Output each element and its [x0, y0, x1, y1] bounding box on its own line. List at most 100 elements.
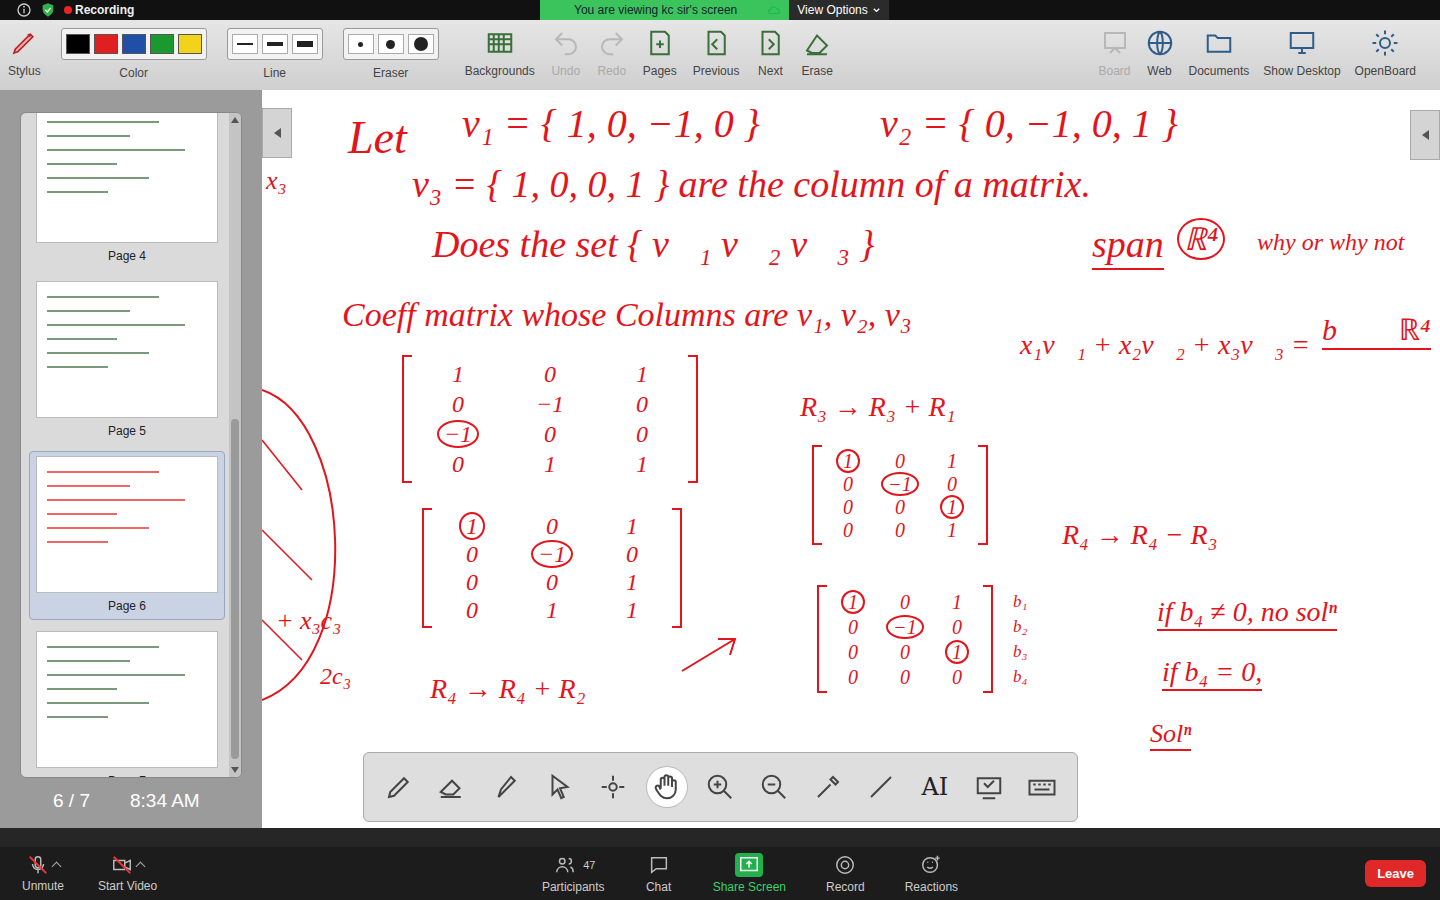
toolbar-button[interactable]: Redo — [597, 28, 627, 78]
recording-dot — [64, 6, 72, 14]
handwritten-text: Does the set { v⃗₁ v⃗₂ v⃗₃ } — [432, 222, 875, 268]
eraser-size-button[interactable] — [378, 34, 404, 54]
toolbar-button[interactable]: Pages — [643, 28, 677, 78]
augmented-entry: b₁ — [1013, 589, 1027, 614]
whiteboard[interactable]: x₃Letv₁ = { 1, 0, −1, 0 }v₂ = { 0, −1, 0… — [262, 90, 1440, 828]
matrix: 1010−10−100011 — [402, 355, 698, 483]
matrix-entry: 0 — [952, 667, 962, 687]
line-width-button[interactable] — [232, 34, 258, 54]
eraser-size-button[interactable] — [348, 34, 374, 54]
palette-tool[interactable] — [754, 767, 794, 807]
participants-icon — [554, 854, 576, 876]
view-options-button[interactable]: View Options — [789, 0, 888, 20]
palette-tool[interactable] — [432, 767, 472, 807]
toolbar-button[interactable]: Next — [755, 28, 785, 78]
page-thumbnail[interactable]: Page 4 — [29, 113, 225, 270]
handwritten-text: if b₄ ≠ 0, no solⁿ — [1157, 595, 1337, 631]
handwritten-text: b⃗ ∈ ℝ⁴ — [1322, 312, 1431, 350]
matrix-entry: 1 — [945, 640, 969, 664]
handwritten-text: x₁v⃗₁ + x₂v⃗₂ + x₃v⃗₃ = — [1020, 328, 1310, 362]
toolbar-button[interactable]: OpenBoard — [1355, 28, 1416, 78]
desktop-icon — [1287, 28, 1317, 58]
toolbar-button[interactable]: Erase — [801, 28, 832, 78]
reactions-icon — [920, 854, 942, 876]
clock: 8:34 AM — [130, 790, 200, 812]
handwritten-text: why or why not — [1257, 228, 1404, 257]
palette-tool[interactable] — [1022, 767, 1062, 807]
collapse-left-tab[interactable] — [262, 108, 292, 158]
page-thumbnail[interactable]: Page 5 — [29, 276, 225, 445]
control-button[interactable]: Record — [826, 853, 865, 894]
toolbar-button[interactable]: Web — [1145, 28, 1175, 78]
matrix: 1010−10001000b₁b₂b₃b₄ — [817, 585, 1033, 693]
matrix-entry: 1 — [940, 495, 964, 519]
control-button[interactable]: Share Screen — [713, 853, 786, 894]
matrix: 1010−10001011 — [422, 508, 682, 628]
stylus-icon — [9, 28, 39, 58]
color-swatch[interactable] — [122, 34, 146, 54]
palette-tool[interactable] — [647, 767, 687, 807]
eraser-size-button[interactable] — [408, 34, 434, 54]
matrix-entry: 0 — [848, 642, 858, 662]
palette-tool[interactable] — [593, 767, 633, 807]
toolbar-button[interactable]: Board — [1099, 28, 1131, 78]
screen: RecordingYou are viewing kc sir's screen… — [0, 0, 1440, 900]
toolbar-button[interactable]: Show Desktop — [1263, 28, 1340, 78]
web-icon — [1145, 28, 1175, 58]
control-button[interactable]: Unmute — [22, 854, 64, 893]
pages-scrollbar[interactable] — [229, 113, 241, 777]
chevron-down-icon — [872, 6, 881, 15]
page-thumbnail[interactable]: Page 7 — [29, 626, 225, 777]
view-banner: You are viewing kc sir's screen View Opt… — [540, 0, 889, 20]
color-swatch[interactable] — [94, 34, 118, 54]
palette-tool[interactable] — [861, 767, 901, 807]
info-icon[interactable] — [16, 2, 32, 18]
handwritten-text: + x₃c₃ — [276, 605, 341, 636]
shield-icon[interactable] — [40, 2, 56, 18]
caret-icon[interactable] — [136, 861, 146, 871]
control-button[interactable]: Start Video — [98, 854, 157, 893]
control-button[interactable]: Chat — [645, 853, 673, 894]
board-icon — [1100, 28, 1130, 58]
stylus-button[interactable]: Stylus — [8, 28, 41, 78]
scroll-up-icon[interactable] — [231, 117, 239, 123]
pointer-icon — [545, 772, 575, 802]
control-button[interactable]: Reactions — [905, 853, 958, 894]
keyboard-icon — [1027, 772, 1057, 802]
handwritten-text: Solⁿ — [1150, 718, 1191, 751]
palette-tool[interactable] — [969, 767, 1009, 807]
line-width-button[interactable] — [292, 34, 318, 54]
palette-tool[interactable] — [379, 767, 419, 807]
matrix-entry: −1 — [437, 420, 479, 448]
palette-tool[interactable] — [540, 767, 580, 807]
matrix-entry: 0 — [895, 497, 905, 517]
toolbar-button[interactable]: Documents — [1189, 28, 1250, 78]
next-icon — [755, 28, 785, 58]
matrix-entry: 1 — [636, 362, 648, 386]
toolbar-button[interactable]: Previous — [693, 28, 740, 78]
leave-button[interactable]: Leave — [1365, 860, 1426, 887]
matrix-entry: 1 — [546, 598, 558, 622]
eraser-group: Eraser — [343, 28, 439, 80]
color-swatch[interactable] — [150, 34, 174, 54]
toolbar-button[interactable]: Undo — [551, 28, 581, 78]
matrix-entry: 0 — [466, 598, 478, 622]
palette-tool[interactable]: AI — [915, 767, 955, 807]
color-swatch[interactable] — [178, 34, 202, 54]
control-button[interactable]: 47Participants — [542, 853, 605, 894]
line-width-button[interactable] — [262, 34, 288, 54]
scroll-down-icon[interactable] — [231, 767, 239, 773]
matrix-entry: 1 — [626, 514, 638, 538]
palette-tool[interactable] — [808, 767, 848, 807]
collapse-right-tab[interactable] — [1410, 110, 1440, 160]
color-swatch[interactable] — [66, 34, 90, 54]
page-thumbnail[interactable]: Page 6 — [29, 451, 225, 620]
toolbar-button[interactable]: Backgrounds — [465, 28, 535, 78]
line-group: Line — [227, 28, 323, 80]
participant-count: 47 — [583, 859, 595, 871]
caret-icon[interactable] — [51, 861, 61, 871]
banner-text: You are viewing kc sir's screen — [540, 0, 789, 20]
palette-tool[interactable] — [486, 767, 526, 807]
matrix-entry: 0 — [895, 520, 905, 540]
palette-tool[interactable] — [700, 767, 740, 807]
